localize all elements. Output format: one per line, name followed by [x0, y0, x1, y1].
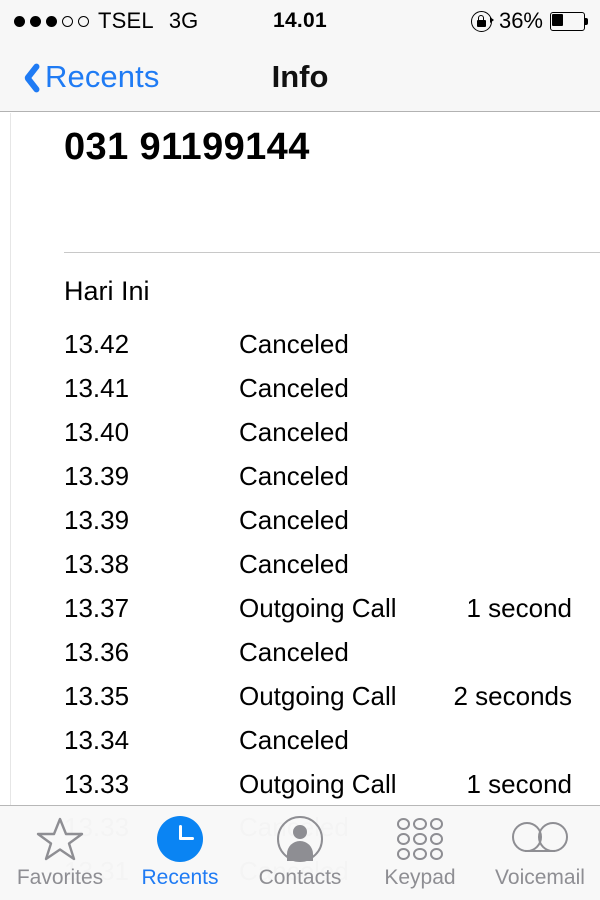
- tab-favorites-label: Favorites: [16, 866, 104, 889]
- call-time: 13.36: [64, 636, 130, 667]
- person-circle-icon: [277, 816, 323, 862]
- call-row[interactable]: 13.39 Canceled: [0, 498, 600, 542]
- call-type: Canceled: [239, 548, 349, 579]
- call-time: 13.41: [64, 372, 130, 403]
- call-time: 13.34: [64, 724, 130, 755]
- tab-keypad-label: Keypad: [384, 866, 456, 889]
- voicemail-icon: [512, 816, 568, 862]
- tab-bar: Favorites Recents Contacts Keypad Voicem: [0, 805, 600, 900]
- call-time: 13.39: [64, 504, 130, 535]
- tab-voicemail[interactable]: Voicemail: [480, 806, 600, 900]
- call-time: 13.39: [64, 460, 130, 491]
- call-type: Canceled: [239, 416, 349, 447]
- call-time: 13.38: [64, 548, 130, 579]
- call-row[interactable]: 13.37 Outgoing Call 1 second: [0, 586, 600, 630]
- call-history-list: 13.42 Canceled 13.41 Canceled 13.40 Canceled 1…: [0, 322, 600, 805]
- page-title: Info: [271, 59, 329, 94]
- call-time: 13.42: [64, 328, 130, 359]
- call-time: 13.33: [64, 768, 130, 799]
- call-type: Canceled: [239, 724, 349, 755]
- tab-recents[interactable]: Recents: [120, 806, 240, 900]
- call-row[interactable]: 13.41 Canceled: [0, 366, 600, 410]
- tab-contacts-label: Contacts: [258, 866, 342, 889]
- call-detail-content: 031 91199144 Hari Ini 13.42 Canceled 13.41…: [0, 113, 600, 805]
- call-row[interactable]: 13.33 Outgoing Call 1 second: [0, 762, 600, 805]
- call-row[interactable]: 13.34 Canceled: [0, 718, 600, 762]
- call-row[interactable]: 13.40 Canceled: [0, 410, 600, 454]
- tab-keypad[interactable]: Keypad: [360, 806, 480, 900]
- status-bar: TSEL 3G 14.01 36%: [0, 0, 600, 42]
- navigation-bar: Recents Info: [0, 42, 600, 112]
- phone-number[interactable]: 031 91199144: [64, 126, 310, 169]
- call-time: 13.37: [64, 592, 130, 623]
- call-type: Outgoing Call: [239, 680, 397, 711]
- call-time: 13.35: [64, 680, 130, 711]
- status-bar-right: 36%: [470, 0, 588, 42]
- call-duration: 2 seconds: [453, 680, 572, 711]
- tab-contacts[interactable]: Contacts: [240, 806, 360, 900]
- battery-icon: [550, 11, 588, 31]
- call-type: Canceled: [239, 460, 349, 491]
- star-icon: [36, 816, 84, 862]
- call-type: Canceled: [239, 636, 349, 667]
- section-divider: [64, 252, 600, 253]
- call-row[interactable]: 13.35 Outgoing Call 2 seconds: [0, 674, 600, 718]
- call-duration: 1 second: [466, 768, 572, 799]
- tab-recents-label: Recents: [141, 866, 219, 889]
- call-type: Canceled: [239, 372, 349, 403]
- clock-icon: [157, 816, 203, 862]
- call-row[interactable]: 13.38 Canceled: [0, 542, 600, 586]
- tab-voicemail-label: Voicemail: [495, 866, 585, 889]
- section-header: Hari Ini: [64, 276, 150, 306]
- rotation-lock-icon: [470, 10, 494, 32]
- call-row[interactable]: 13.42 Canceled: [0, 322, 600, 366]
- call-row[interactable]: 13.36 Canceled: [0, 630, 600, 674]
- battery-percent-label: 36%: [498, 8, 543, 33]
- call-time: 13.40: [64, 416, 130, 447]
- call-type: Outgoing Call: [239, 768, 397, 799]
- call-duration: 1 second: [466, 592, 572, 623]
- call-row[interactable]: 13.39 Canceled: [0, 454, 600, 498]
- tab-favorites[interactable]: Favorites: [0, 806, 120, 900]
- call-type: Canceled: [239, 328, 349, 359]
- call-type: Outgoing Call: [239, 592, 397, 623]
- keypad-grid-icon: [397, 816, 443, 862]
- call-type: Canceled: [239, 504, 349, 535]
- phone-screen: TSEL 3G 14.01 36% Recents Info 031 91199…: [0, 0, 600, 900]
